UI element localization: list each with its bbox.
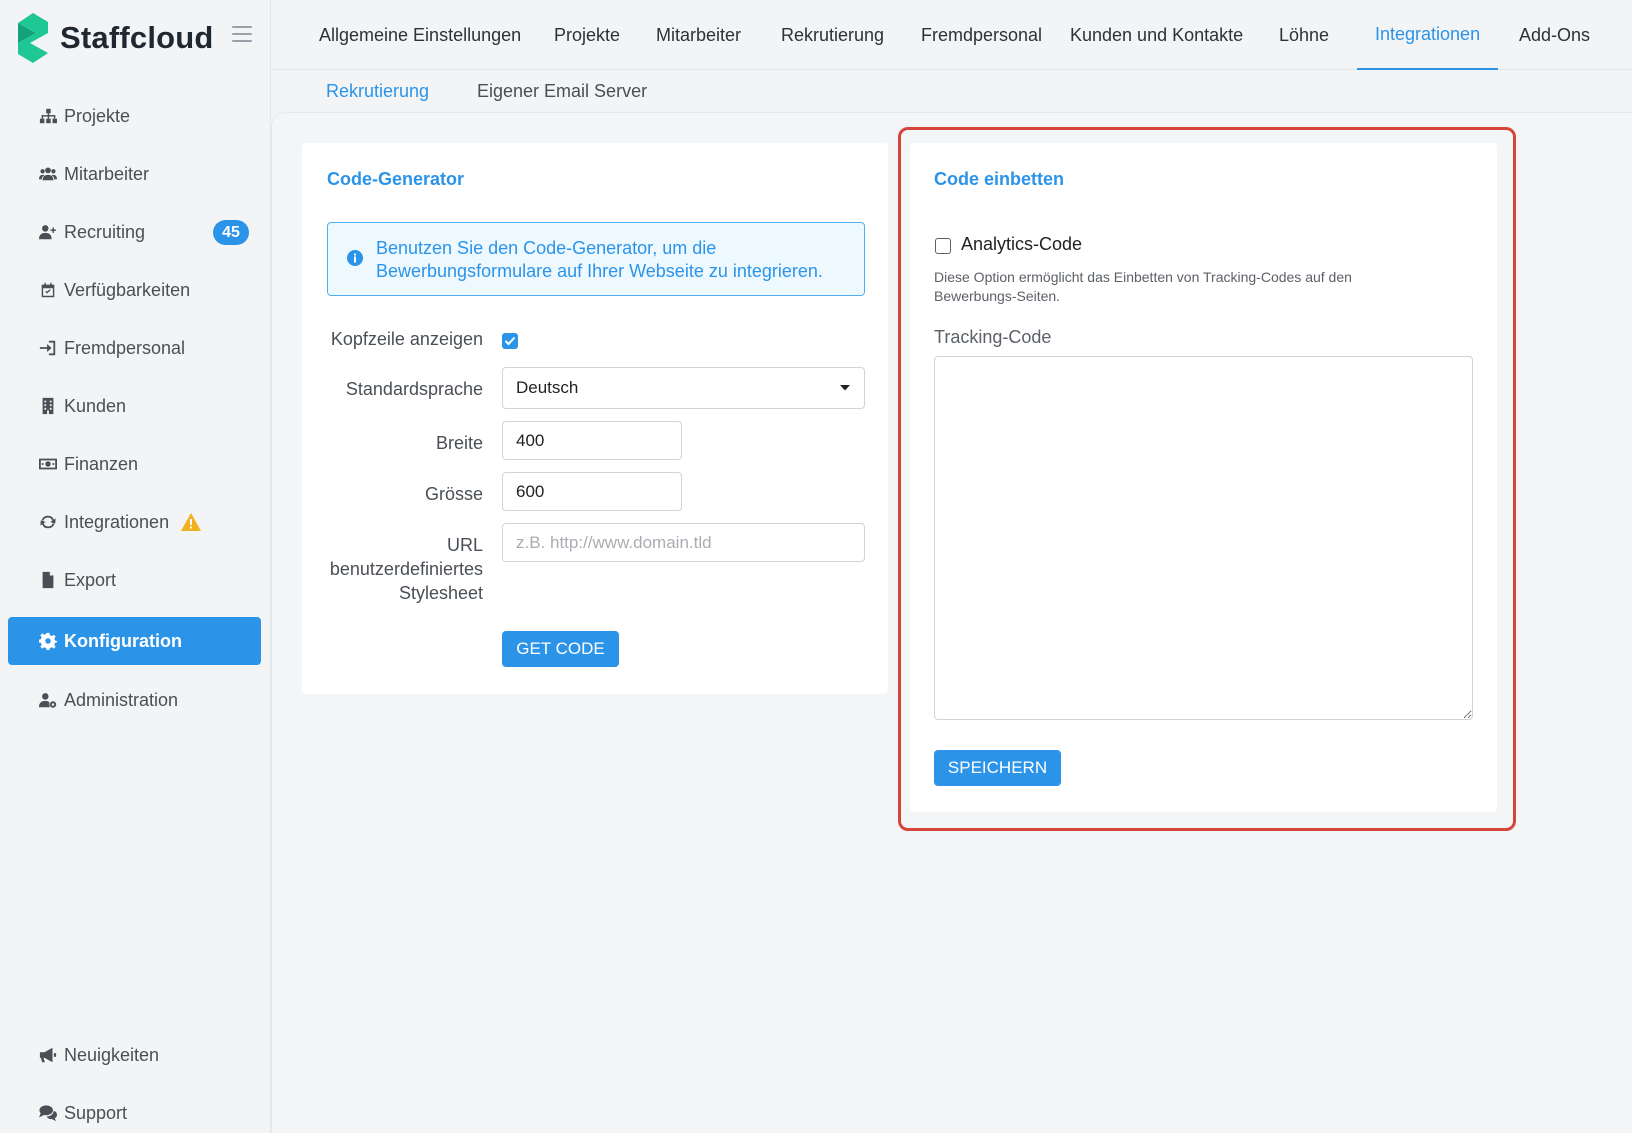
sidebar-item-label: Finanzen (64, 453, 139, 474)
info-alert: Benutzen Sie den Code-Generator, um die … (327, 222, 865, 296)
caret-down-icon (840, 385, 850, 391)
stylesheet-url-input[interactable] (502, 523, 865, 562)
analytics-code-label[interactable]: Analytics-Code (961, 234, 1082, 255)
info-circle-icon (347, 250, 363, 266)
sidebar-item-label: Projekte (64, 105, 131, 126)
stylesheet-url-label: URL benutzerdefiniertes Stylesheet (329, 535, 483, 603)
sidebar-item-projekte[interactable]: Projekte (8, 92, 261, 140)
menu-toggle-icon[interactable] (232, 26, 252, 42)
tab-projekte[interactable]: Projekte (536, 0, 638, 70)
sidebar-item-label: Mitarbeiter (64, 163, 150, 184)
sidebar-item-label: Support (64, 1102, 128, 1123)
sitemap-icon (38, 106, 58, 126)
tab-rekrutierung[interactable]: Rekrutierung (763, 0, 902, 70)
sidebar-item-integrationen[interactable]: Integrationen (8, 498, 261, 546)
subtab-rekrutierung[interactable]: Rekrutierung (326, 70, 429, 112)
breite-input[interactable] (502, 421, 682, 460)
tab-loehne[interactable]: Löhne (1261, 0, 1347, 70)
sidebar-item-label: Administration (64, 689, 179, 710)
tab-fremdpersonal[interactable]: Fremdpersonal (903, 0, 1060, 70)
sidebar-item-konfiguration[interactable]: Konfiguration (8, 617, 261, 665)
sync-icon (38, 512, 58, 532)
sidebar: Staffcloud Projekte Mitarbeiter Recruiti… (0, 0, 271, 1133)
tracking-code-textarea[interactable] (934, 356, 1473, 720)
breite-label: Breite (435, 433, 483, 453)
tab-mitarbeiter[interactable]: Mitarbeiter (638, 0, 759, 70)
sign-in-icon (38, 338, 58, 358)
building-icon (38, 396, 58, 416)
app-logo[interactable]: Staffcloud (18, 12, 214, 64)
sidebar-item-administration[interactable]: Administration (8, 676, 261, 724)
standardsprache-select[interactable]: Deutsch (502, 367, 865, 409)
calendar-check-icon (38, 280, 58, 300)
comments-icon (38, 1103, 58, 1123)
sidebar-item-finanzen[interactable]: Finanzen (8, 440, 261, 488)
money-bill-icon (38, 454, 58, 474)
sidebar-item-kunden[interactable]: Kunden (8, 382, 261, 430)
code-generator-title: Code-Generator (327, 169, 465, 189)
sidebar-item-export[interactable]: Export (8, 556, 261, 604)
users-icon (38, 164, 58, 184)
sidebar-item-label: Neuigkeiten (64, 1044, 160, 1065)
info-text: Benutzen Sie den Code-Generator, um die … (376, 238, 823, 281)
standardsprache-value: Deutsch (516, 378, 579, 397)
sidebar-item-neuigkeiten[interactable]: Neuigkeiten (8, 1031, 261, 1079)
sub-navigation: Rekrutierung Eigener Email Server (271, 70, 1632, 112)
check-icon (504, 336, 516, 346)
staffcloud-logo-icon (18, 13, 48, 63)
sidebar-item-support[interactable]: Support (8, 1089, 261, 1133)
app-name: Staffcloud (60, 20, 214, 55)
speichern-button[interactable]: SPEICHERN (934, 750, 1061, 786)
kopfzeile-label: Kopfzeile anzeigen (330, 329, 483, 349)
sidebar-item-label: Export (64, 569, 117, 590)
sidebar-item-mitarbeiter[interactable]: Mitarbeiter (8, 150, 261, 198)
analytics-code-checkbox[interactable] (935, 238, 951, 254)
tab-integrationen[interactable]: Integrationen (1357, 0, 1499, 70)
standardsprache-label: Standardsprache (345, 379, 483, 399)
sidebar-item-fremdpersonal[interactable]: Fremdpersonal (8, 324, 261, 372)
megaphone-icon (38, 1045, 58, 1065)
tracking-code-label: Tracking-Code (934, 327, 1052, 347)
top-navigation: Allgemeine Einstellungen Projekte Mitarb… (271, 0, 1632, 70)
code-einbetten-title: Code einbetten (934, 169, 1065, 189)
tab-add-ons[interactable]: Add-Ons (1501, 0, 1608, 70)
sidebar-item-verfuegbarkeiten[interactable]: Verfügbarkeiten (8, 266, 261, 314)
groesse-input[interactable] (502, 472, 682, 511)
groesse-label: Grösse (424, 484, 483, 504)
user-cog-icon (38, 690, 58, 710)
sidebar-item-label: Kunden (64, 395, 127, 416)
sidebar-item-label: Verfügbarkeiten (64, 279, 191, 300)
file-icon (38, 570, 58, 590)
subtab-eigener-email-server[interactable]: Eigener Email Server (477, 70, 647, 112)
tab-kunden-und-kontakte[interactable]: Kunden und Kontakte (1052, 0, 1261, 70)
gear-icon (38, 631, 58, 651)
sidebar-item-recruiting[interactable]: Recruiting 45 (8, 208, 261, 256)
get-code-button[interactable]: GET CODE (502, 631, 619, 667)
sidebar-item-label: Recruiting (64, 221, 146, 242)
recruiting-count-badge: 45 (213, 220, 249, 245)
warning-icon (181, 513, 202, 531)
sidebar-item-label: Fremdpersonal (64, 337, 186, 358)
user-plus-icon (38, 222, 58, 242)
analytics-help-text: Diese Option ermöglicht das Einbetten vo… (934, 269, 1352, 304)
sidebar-item-label: Integrationen (64, 511, 170, 532)
tab-allgemeine-einstellungen[interactable]: Allgemeine Einstellungen (301, 0, 539, 70)
sidebar-item-label: Konfiguration (64, 630, 182, 651)
kopfzeile-checkbox[interactable] (502, 333, 518, 349)
